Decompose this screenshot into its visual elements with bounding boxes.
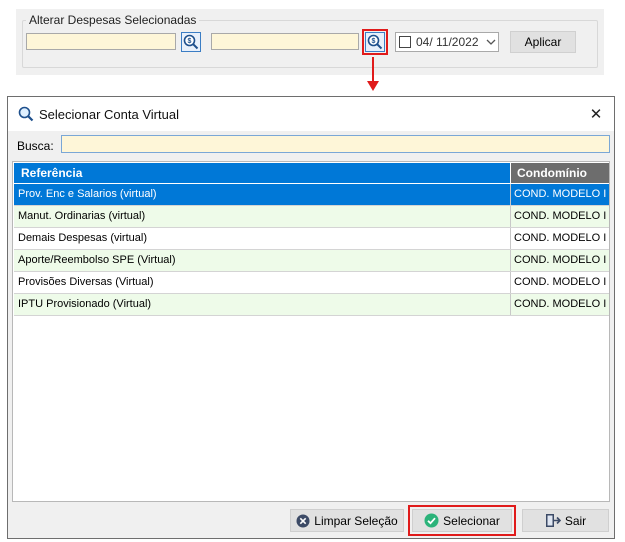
cell-condominio: COND. MODELO I [514, 210, 607, 222]
table-row[interactable]: Manut. Ordinarias (virtual) COND. MODELO… [14, 206, 609, 228]
exit-door-icon [545, 514, 561, 527]
account-field-1[interactable] [26, 33, 176, 50]
dialog-title: Selecionar Conta Virtual [39, 107, 179, 122]
date-picker[interactable]: 04/ 11/2022 [395, 32, 499, 52]
clear-x-icon [296, 514, 310, 527]
cell-referencia: Demais Despesas (virtual) [14, 228, 511, 249]
alter-expenses-panel: Alterar Despesas Selecionadas $ $ 04/ 11… [16, 9, 604, 75]
lookup-button-2[interactable]: $ [362, 29, 388, 55]
cell-referencia: Prov. Enc e Salarios (virtual) [14, 184, 511, 205]
search-dollar-icon: $ [183, 34, 199, 50]
clear-selection-label: Limpar Seleção [314, 513, 398, 528]
cell-condominio: COND. MODELO I [514, 254, 607, 266]
cell-referencia: Aporte/Reembolso SPE (Virtual) [14, 250, 511, 271]
table-row[interactable]: IPTU Provisionado (Virtual) COND. MODELO… [14, 294, 609, 316]
search-input[interactable] [61, 135, 610, 153]
exit-button[interactable]: Sair [522, 509, 609, 532]
close-icon: ✕ [589, 106, 603, 123]
svg-text:$: $ [372, 38, 376, 45]
red-arrow-down-icon [367, 57, 379, 91]
cell-condominio: COND. MODELO I [514, 188, 607, 200]
accounts-grid: Referência Condomínio Prov. Enc e Salari… [12, 161, 610, 502]
magnifier-icon [18, 106, 34, 122]
grid-header: Referência Condomínio [14, 163, 609, 183]
cell-referencia: Manut. Ordinarias (virtual) [14, 206, 511, 227]
search-label: Busca: [17, 139, 54, 153]
group-title: Alterar Despesas Selecionadas [26, 13, 200, 27]
check-circle-icon [424, 513, 439, 528]
select-label: Selecionar [443, 513, 500, 528]
cell-condominio: COND. MODELO I [514, 232, 607, 244]
account-field-2[interactable] [211, 33, 359, 50]
select-button[interactable]: Selecionar [408, 505, 516, 536]
table-row[interactable]: Aporte/Reembolso SPE (Virtual) COND. MOD… [14, 250, 609, 272]
cell-referencia: IPTU Provisionado (Virtual) [14, 294, 511, 315]
column-header-referencia[interactable]: Referência [14, 163, 511, 183]
cell-referencia: Provisões Diversas (Virtual) [14, 272, 511, 293]
dialog-title-bar: Selecionar Conta Virtual ✕ [8, 97, 614, 131]
date-value: 04/ 11/2022 [416, 35, 479, 49]
clear-selection-button[interactable]: Limpar Seleção [290, 509, 404, 532]
table-row[interactable]: Demais Despesas (virtual) COND. MODELO I [14, 228, 609, 250]
table-row[interactable]: Provisões Diversas (Virtual) COND. MODEL… [14, 272, 609, 294]
date-checkbox[interactable] [399, 36, 411, 48]
apply-button[interactable]: Aplicar [510, 31, 576, 53]
search-dollar-icon: $ [367, 34, 383, 50]
cell-condominio: COND. MODELO I [514, 276, 607, 288]
svg-text:$: $ [188, 38, 192, 45]
grid-body: Prov. Enc e Salarios (virtual) COND. MOD… [14, 184, 609, 316]
close-button[interactable]: ✕ [586, 104, 606, 124]
column-header-condominio[interactable]: Condomínio [511, 163, 609, 183]
table-row[interactable]: Prov. Enc e Salarios (virtual) COND. MOD… [14, 184, 609, 206]
lookup-button-1[interactable]: $ [181, 32, 201, 52]
cell-condominio: COND. MODELO I [514, 298, 607, 310]
exit-label: Sair [564, 513, 587, 528]
dropdown-chevron-icon[interactable] [484, 39, 498, 45]
select-virtual-account-dialog: Selecionar Conta Virtual ✕ Busca: Referê… [7, 96, 615, 539]
